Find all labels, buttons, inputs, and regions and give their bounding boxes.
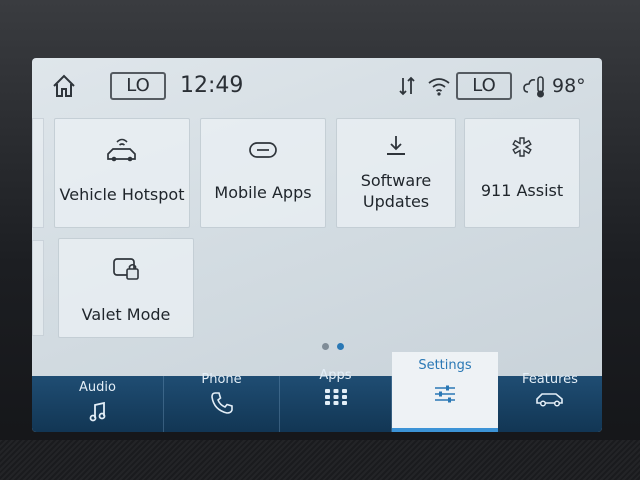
nav-apps[interactable]: Apps	[280, 368, 392, 432]
apps-grid-icon	[324, 388, 348, 410]
tile-label: Mobile Apps	[214, 183, 312, 202]
wifi-icon	[426, 74, 452, 98]
page-indicator	[322, 335, 352, 354]
download-icon	[383, 133, 409, 163]
tile-vehicle-hotspot[interactable]: Vehicle Hotspot	[54, 118, 190, 228]
outside-temperature: 98°	[552, 75, 586, 97]
nav-features[interactable]: Features	[498, 372, 602, 432]
tile-label-line1: Software	[360, 171, 432, 190]
nav-settings[interactable]: Settings	[392, 352, 498, 432]
status-bar: LO 12:49 LO 98°	[32, 58, 602, 114]
car-icon	[535, 390, 565, 412]
dashboard-trim	[0, 440, 640, 480]
nav-label: Apps	[319, 368, 352, 383]
tile-partial	[32, 118, 44, 228]
tile-911-assist[interactable]: 911 Assist	[464, 118, 580, 228]
fan-level-left[interactable]: LO	[110, 72, 166, 100]
tile-label: Vehicle Hotspot	[59, 185, 185, 204]
clock: 12:49	[180, 73, 244, 98]
home-icon[interactable]	[50, 72, 78, 100]
page-dot-active[interactable]	[337, 343, 344, 350]
page-dot[interactable]	[322, 343, 329, 350]
tile-software-updates[interactable]: Software Updates	[336, 118, 456, 228]
weather-icon	[522, 74, 552, 98]
tile-label: Valet Mode	[81, 305, 171, 324]
nav-phone[interactable]: Phone	[164, 372, 280, 432]
tile-partial	[32, 240, 44, 336]
nav-label: Audio	[79, 380, 116, 395]
phone-icon	[209, 390, 235, 420]
nav-label: Features	[522, 372, 578, 387]
vehicle-hotspot-icon	[104, 135, 140, 169]
mobile-apps-icon	[247, 139, 279, 165]
active-tab-indicator	[392, 428, 498, 432]
infotainment-screen: LO 12:49 LO 98° Vehicle Hotspot Mobile A…	[32, 58, 602, 432]
nav-label: Phone	[201, 372, 242, 387]
valet-lock-icon	[110, 255, 142, 287]
data-transfer-icon	[398, 74, 424, 98]
bottom-nav: Audio Phone Apps Settings Features	[32, 352, 602, 432]
tile-mobile-apps[interactable]: Mobile Apps	[200, 118, 326, 228]
medical-star-icon	[510, 135, 534, 163]
music-note-icon	[87, 400, 109, 428]
tile-label-line2: Updates	[362, 192, 430, 211]
tile-valet-mode[interactable]: Valet Mode	[58, 238, 194, 338]
settings-sliders-icon	[433, 384, 457, 408]
nav-audio[interactable]: Audio	[32, 376, 164, 432]
tile-label: 911 Assist	[480, 181, 564, 200]
fan-level-right[interactable]: LO	[456, 72, 512, 100]
nav-label: Settings	[418, 358, 472, 373]
